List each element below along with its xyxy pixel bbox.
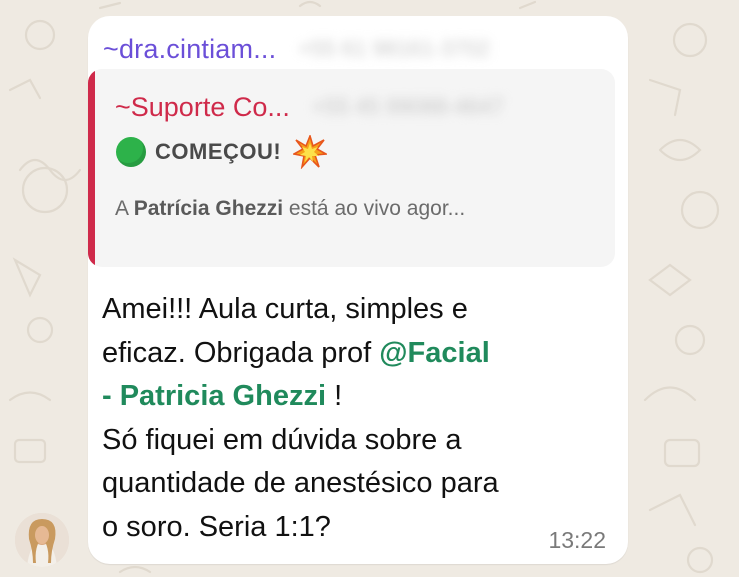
message-line-2: eficaz. Obrigada prof @Facial xyxy=(102,332,602,376)
mention-link[interactable]: @Facial xyxy=(379,337,490,369)
message-bubble[interactable]: ~dra.cintiam... +55 61 98161-3702 ~Supor… xyxy=(88,16,628,564)
quote-preview-name: Patrícia Ghezzi xyxy=(133,197,284,220)
sender-name[interactable]: ~dra.cintiam... xyxy=(103,34,276,65)
mention-link-cont[interactable]: - Patricia Ghezzi xyxy=(102,380,326,412)
quote-header: ~Suporte Co... +55 45 99088-4647 xyxy=(115,87,503,127)
message-text: Amei!!! Aula curta, simples e eficaz. Ob… xyxy=(102,288,602,550)
message-line-4: Só fiquei em dúvida sobre a xyxy=(102,423,462,456)
quote-title-row: COMEÇOU! xyxy=(116,134,328,170)
quote-accent-bar xyxy=(88,69,95,267)
sender-phone-blurred: +55 61 98161-3702 xyxy=(298,36,490,61)
message-line-6: o soro. Seria 1:1? xyxy=(102,510,331,543)
quote-title: COMEÇOU! xyxy=(155,139,282,164)
sender-header: ~dra.cintiam... +55 61 98161-3702 xyxy=(103,29,612,69)
message-line-2-text: eficaz. Obrigada prof xyxy=(102,336,380,369)
collision-icon xyxy=(293,135,328,169)
quote-preview: A Patrícia Ghezzi está ao vivo agor... xyxy=(115,197,465,221)
message-line-5: quantidade de anestésico para xyxy=(102,467,499,500)
green-circle-icon xyxy=(116,137,146,167)
sender-avatar[interactable] xyxy=(15,513,69,567)
avatar-photo xyxy=(15,513,69,567)
quote-preview-suffix: está ao vivo agor... xyxy=(283,197,466,220)
message-line-3: - Patricia Ghezzi ! xyxy=(102,375,602,419)
message-line-1: Amei!!! Aula curta, simples e xyxy=(102,293,468,325)
quote-author-phone-blurred: +55 45 99088-4647 xyxy=(311,94,504,119)
quote-preview-prefix: A xyxy=(115,197,134,220)
message-after-mention: ! xyxy=(326,380,343,413)
quote-author: ~Suporte Co... xyxy=(115,91,290,122)
message-timestamp: 13:22 xyxy=(548,527,606,553)
quoted-message[interactable]: ~Suporte Co... +55 45 99088-4647 COMEÇOU… xyxy=(87,69,619,267)
